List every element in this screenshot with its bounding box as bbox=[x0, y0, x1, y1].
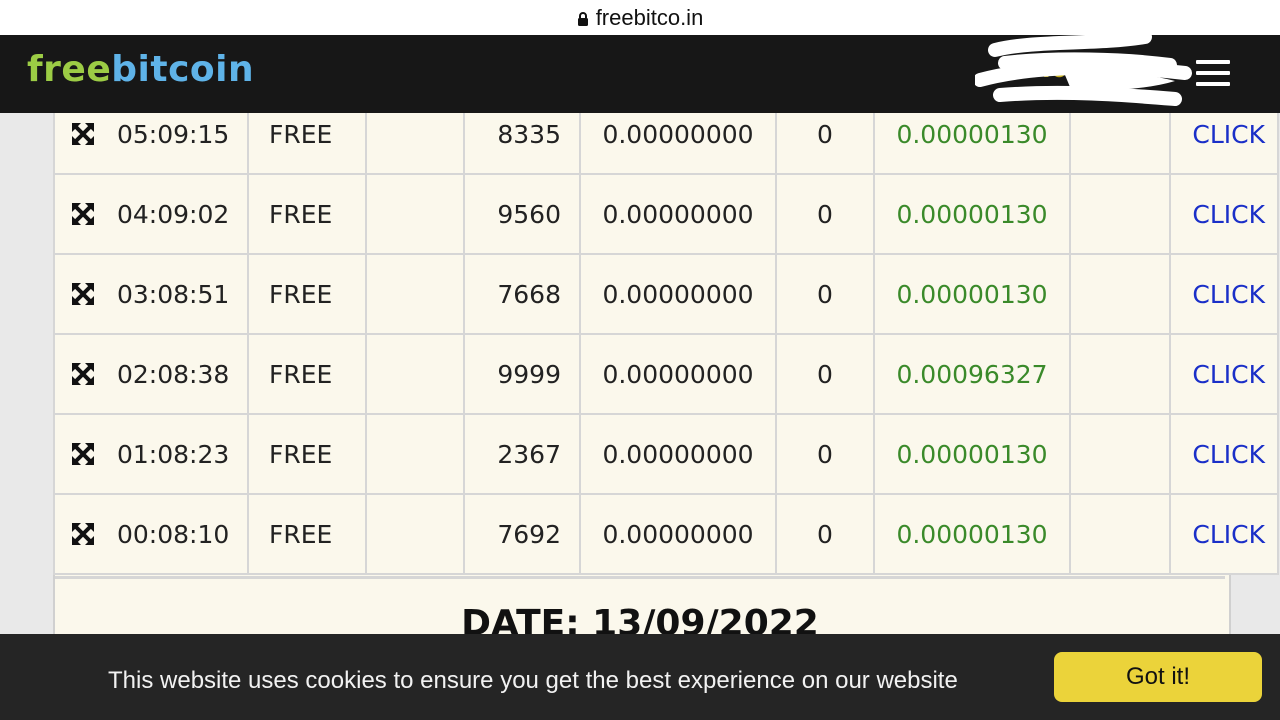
empty-cell bbox=[365, 173, 465, 255]
empty-cell bbox=[365, 413, 465, 495]
verify-click-link[interactable]: CLICK bbox=[1169, 173, 1279, 255]
site-header: freebitcoin ฿ 0.0001 bbox=[0, 35, 1280, 113]
expand-arrows-icon bbox=[72, 443, 94, 465]
count-value: 0 bbox=[775, 173, 875, 255]
date-section: DATE: 13/09/2022 bbox=[55, 576, 1225, 644]
site-logo[interactable]: freebitcoin bbox=[27, 49, 254, 90]
cookie-banner: This website uses cookies to ensure you … bbox=[0, 634, 1280, 720]
verify-click-link[interactable]: CLICK bbox=[1169, 333, 1279, 415]
roll-number: 2367 bbox=[463, 413, 581, 495]
roll-time: 00:08:10 bbox=[117, 519, 230, 549]
roll-time: 02:08:38 bbox=[117, 359, 230, 389]
table-row: 01:08:23 FREE 2367 0.00000000 0 0.00000130 CLI… bbox=[53, 413, 1279, 495]
roll-type: FREE bbox=[247, 173, 367, 255]
expand-arrows-icon bbox=[72, 523, 94, 545]
count-value: 0 bbox=[775, 413, 875, 495]
roll-number: 9999 bbox=[463, 333, 581, 415]
hamburger-menu-button[interactable] bbox=[1196, 60, 1230, 90]
bet-amount: 0.00000000 bbox=[579, 413, 777, 495]
win-amount: 0.00000130 bbox=[873, 173, 1071, 255]
empty-cell bbox=[1069, 493, 1171, 575]
bet-amount: 0.00000000 bbox=[579, 173, 777, 255]
empty-cell bbox=[365, 253, 465, 335]
time-cell: 04:09:02 bbox=[53, 173, 249, 255]
table-row: 04:09:02 FREE 9560 0.00000000 0 0.00000130 CLI… bbox=[53, 173, 1279, 255]
win-amount: 0.00096327 bbox=[873, 333, 1071, 415]
table-row: 03:08:51 FREE 7668 0.00000000 0 0.00000130 CLI… bbox=[53, 253, 1279, 335]
count-value: 0 bbox=[775, 253, 875, 335]
verify-click-link[interactable]: CLICK bbox=[1169, 413, 1279, 495]
empty-cell bbox=[365, 333, 465, 415]
roll-history-table: 05:09:15 FREE 8335 0.00000000 0 0.00000130 CLI… bbox=[53, 93, 1279, 575]
roll-number: 9560 bbox=[463, 173, 581, 255]
verify-click-link[interactable]: CLICK bbox=[1169, 253, 1279, 335]
empty-cell bbox=[1069, 413, 1171, 495]
lock-icon bbox=[577, 11, 588, 26]
table-row: 00:08:10 FREE 7692 0.00000000 0 0.00000130 CLI… bbox=[53, 493, 1279, 575]
roll-number: 7668 bbox=[463, 253, 581, 335]
logo-text-bitcoin: bitcoin bbox=[111, 49, 255, 90]
redaction-scribble bbox=[975, 35, 1192, 106]
bet-amount: 0.00000000 bbox=[579, 253, 777, 335]
roll-type: FREE bbox=[247, 253, 367, 335]
expand-arrows-icon bbox=[72, 363, 94, 385]
hamburger-icon-line bbox=[1196, 71, 1230, 75]
bet-amount: 0.00000000 bbox=[579, 493, 777, 575]
empty-cell bbox=[1069, 253, 1171, 335]
roll-number: 7692 bbox=[463, 493, 581, 575]
win-amount: 0.00000130 bbox=[873, 493, 1071, 575]
roll-time: 04:09:02 bbox=[117, 199, 230, 229]
url-text: freebitco.in bbox=[595, 4, 704, 30]
roll-type: FREE bbox=[247, 413, 367, 495]
table-row: 02:08:38 FREE 9999 0.00000000 0 0.00096327 CLI… bbox=[53, 333, 1279, 415]
roll-time: 03:08:51 bbox=[117, 279, 230, 309]
empty-cell bbox=[365, 493, 465, 575]
expand-arrows-icon bbox=[72, 283, 94, 305]
count-value: 0 bbox=[775, 333, 875, 415]
bet-amount: 0.00000000 bbox=[579, 333, 777, 415]
cookie-accept-button[interactable]: Got it! bbox=[1054, 652, 1262, 702]
hamburger-icon-line bbox=[1196, 60, 1230, 64]
win-amount: 0.00000130 bbox=[873, 413, 1071, 495]
hamburger-icon-line bbox=[1196, 82, 1230, 86]
roll-time: 05:09:15 bbox=[117, 119, 230, 149]
time-cell: 03:08:51 bbox=[53, 253, 249, 335]
roll-time: 01:08:23 bbox=[117, 439, 230, 469]
cookie-message: This website uses cookies to ensure you … bbox=[108, 667, 958, 694]
empty-cell bbox=[1069, 173, 1171, 255]
empty-cell bbox=[1069, 333, 1171, 415]
roll-type: FREE bbox=[247, 333, 367, 415]
logo-text-free: free bbox=[27, 49, 112, 90]
verify-click-link[interactable]: CLICK bbox=[1169, 493, 1279, 575]
expand-arrows-icon bbox=[72, 123, 94, 145]
win-amount: 0.00000130 bbox=[873, 253, 1071, 335]
expand-arrows-icon bbox=[72, 203, 94, 225]
roll-type: FREE bbox=[247, 493, 367, 575]
count-value: 0 bbox=[775, 493, 875, 575]
time-cell: 00:08:10 bbox=[53, 493, 249, 575]
url-bar[interactable]: freebitco.in bbox=[0, 0, 1280, 35]
time-cell: 01:08:23 bbox=[53, 413, 249, 495]
time-cell: 02:08:38 bbox=[53, 333, 249, 415]
